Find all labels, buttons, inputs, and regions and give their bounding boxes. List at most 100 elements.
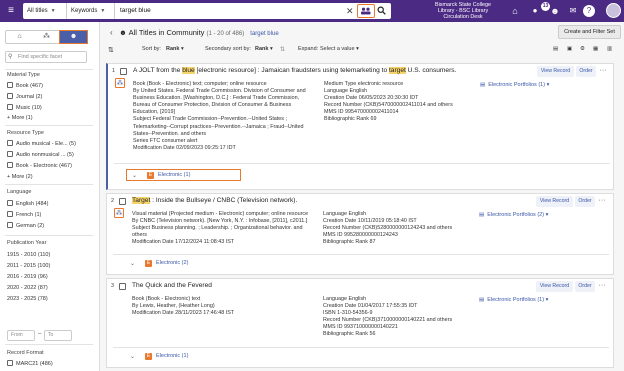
detail-line: Creation Date 06/05/2023 20:30:30 IDT: [324, 95, 419, 102]
back-arrow-icon[interactable]: ‹: [110, 28, 113, 37]
secondary-sort-select[interactable]: Rank ▾: [255, 46, 273, 52]
menu-icon[interactable]: ≡: [4, 4, 18, 18]
clear-search-icon[interactable]: ✕: [346, 3, 354, 19]
facet-item[interactable]: Book (467): [7, 82, 43, 90]
home-icon[interactable]: ⌂: [6, 31, 33, 43]
record-checkbox[interactable]: [119, 198, 126, 205]
help-icon[interactable]: ?: [583, 5, 595, 17]
facet-item[interactable]: 1915 - 2010 (110): [7, 251, 50, 259]
electronic-portfolios-link[interactable]: ▤ Electronic Portfolios (1) ▾: [479, 297, 548, 303]
community-icon[interactable]: ☻: [59, 30, 88, 44]
field-select[interactable]: Keywords ▼: [67, 3, 115, 19]
search-type-button[interactable]: [357, 4, 375, 18]
order-button[interactable]: Order: [575, 196, 595, 207]
top-bar: ≡ All titles ▼ Keywords ▼ target blue ✕ Bi…: [0, 0, 624, 22]
electronic-link[interactable]: Electronic (2): [156, 260, 188, 266]
view-record-button[interactable]: View Record: [536, 196, 573, 207]
checkbox[interactable]: [7, 93, 13, 99]
detail-line: Record Number (CKB)5470000002411014 and …: [324, 102, 453, 109]
title-segment: : Inside the Bullseye / CNBC (Television…: [150, 197, 298, 204]
avatar[interactable]: [606, 3, 621, 18]
more-actions-icon[interactable]: ···: [597, 281, 607, 292]
notifications-icon[interactable]: ●: [528, 4, 542, 18]
order-button[interactable]: Order: [576, 66, 596, 77]
columns-icon[interactable]: ▥: [607, 46, 612, 52]
expand-select[interactable]: Select a value ▾: [320, 46, 359, 52]
hierarchy-icon[interactable]: ⁂: [114, 208, 124, 218]
people-icon[interactable]: ☻: [548, 4, 562, 18]
facet-item-label: 2020 - 2022 (87): [7, 285, 48, 291]
scope-select[interactable]: All titles ▼: [23, 3, 67, 19]
facet-item[interactable]: 2023 - 2025 (78): [7, 295, 48, 303]
record-title[interactable]: Target : Inside the Bullseye / CNBC (Tel…: [132, 197, 297, 204]
checkbox[interactable]: [7, 211, 13, 217]
checkbox[interactable]: [7, 360, 13, 366]
record-title[interactable]: A JOLT from the blue [electronic resourc…: [133, 67, 456, 74]
chevron-down-icon: ▾: [268, 46, 273, 52]
more-link[interactable]: + More (2): [7, 174, 33, 180]
checkbox[interactable]: [7, 222, 13, 228]
sort-direction-icon[interactable]: ⇅: [108, 46, 114, 54]
search-icon[interactable]: [377, 6, 386, 15]
search-input[interactable]: target blue: [120, 3, 151, 19]
field-value: Keywords: [71, 8, 98, 14]
facet-search-input[interactable]: ⚲ Find specific facet: [5, 51, 87, 63]
checkbox[interactable]: [7, 151, 13, 157]
save-icon[interactable]: ▣: [567, 46, 572, 52]
facet-item[interactable]: Audio musical - Ele... (5): [7, 140, 76, 148]
checkbox[interactable]: [7, 200, 13, 206]
facet-item[interactable]: 2016 - 2019 (96): [7, 273, 48, 281]
record-checkbox[interactable]: [120, 68, 127, 75]
electronic-portfolios-link[interactable]: ▤ Electronic Portfolios (2) ▾: [479, 212, 548, 218]
checkbox[interactable]: [7, 162, 13, 168]
more-link[interactable]: + More (1): [7, 115, 33, 121]
create-and-filter-set-button[interactable]: Create and Filter Set: [558, 25, 621, 39]
detail-line: Bibliographic Rank 56: [323, 331, 376, 338]
hierarchy-icon[interactable]: ⁂: [33, 31, 60, 43]
facet-item[interactable]: German (2): [7, 222, 44, 230]
facet-item[interactable]: Music (10): [7, 104, 42, 112]
facet-item[interactable]: 2011 - 2015 (100): [7, 262, 50, 270]
divider: [5, 184, 93, 185]
tasks-icon[interactable]: ⌂: [508, 4, 522, 18]
facet-item[interactable]: Book - Electronic (467): [7, 162, 72, 170]
facet-item[interactable]: 2020 - 2022 (87): [7, 284, 48, 292]
electronic-link[interactable]: Electronic (1): [156, 353, 188, 359]
electronic-portfolios-link[interactable]: ▤ Electronic Portfolios (1) ▾: [480, 82, 549, 88]
range-from-input[interactable]: From: [7, 330, 35, 341]
electronic-inventory-row[interactable]: ⌄ E Electronic (1): [126, 169, 241, 181]
record-checkbox[interactable]: [119, 283, 126, 290]
document-icon: ▤: [480, 82, 486, 88]
chat-icon[interactable]: ✉: [566, 4, 580, 18]
sort-direction-icon[interactable]: ⇅: [280, 46, 285, 53]
settings-icon[interactable]: ⚙: [580, 46, 585, 52]
electronic-link[interactable]: Electronic (1): [158, 172, 190, 178]
institution-line: Circulation Desk: [443, 14, 483, 20]
more-actions-icon[interactable]: ···: [598, 66, 608, 77]
list-view-icon[interactable]: ▤: [553, 46, 558, 52]
sort-select[interactable]: Rank ▾: [166, 46, 184, 52]
query-chip[interactable]: target blue: [250, 31, 278, 37]
detail-line: Bibliographic Rank 69: [324, 116, 377, 123]
facet-item[interactable]: English (484): [7, 200, 48, 208]
facet-item[interactable]: Journal (2): [7, 93, 42, 101]
result-record: 1 A JOLT from the blue [electronic resou…: [106, 63, 614, 190]
facet-item[interactable]: French (1): [7, 211, 41, 219]
facet-item[interactable]: Audio nonmusical ... (5): [7, 151, 74, 159]
more-actions-icon[interactable]: ···: [597, 196, 607, 207]
detail-line: Visual material (Projected medium - Elec…: [132, 211, 309, 217]
facet-item[interactable]: MARC21 (486): [7, 360, 53, 368]
hierarchy-icon[interactable]: ⁂: [115, 78, 125, 88]
title-segment: [electronic resource] : Jamaican fraudst…: [194, 67, 389, 74]
grid-view-icon[interactable]: ▦: [593, 46, 598, 52]
range-to-input[interactable]: To: [44, 330, 72, 341]
view-record-button[interactable]: View Record: [537, 66, 574, 77]
record-title[interactable]: The Quick and the Fevered: [132, 282, 212, 289]
checkbox[interactable]: [7, 104, 13, 110]
checkbox[interactable]: [7, 82, 13, 88]
order-button[interactable]: Order: [575, 281, 595, 292]
institution-label[interactable]: Bismarck State College Library - BSC Lib…: [424, 2, 502, 20]
checkbox[interactable]: [7, 140, 13, 146]
view-record-button[interactable]: View Record: [536, 281, 573, 292]
sort-label: Sort by:: [142, 46, 161, 52]
